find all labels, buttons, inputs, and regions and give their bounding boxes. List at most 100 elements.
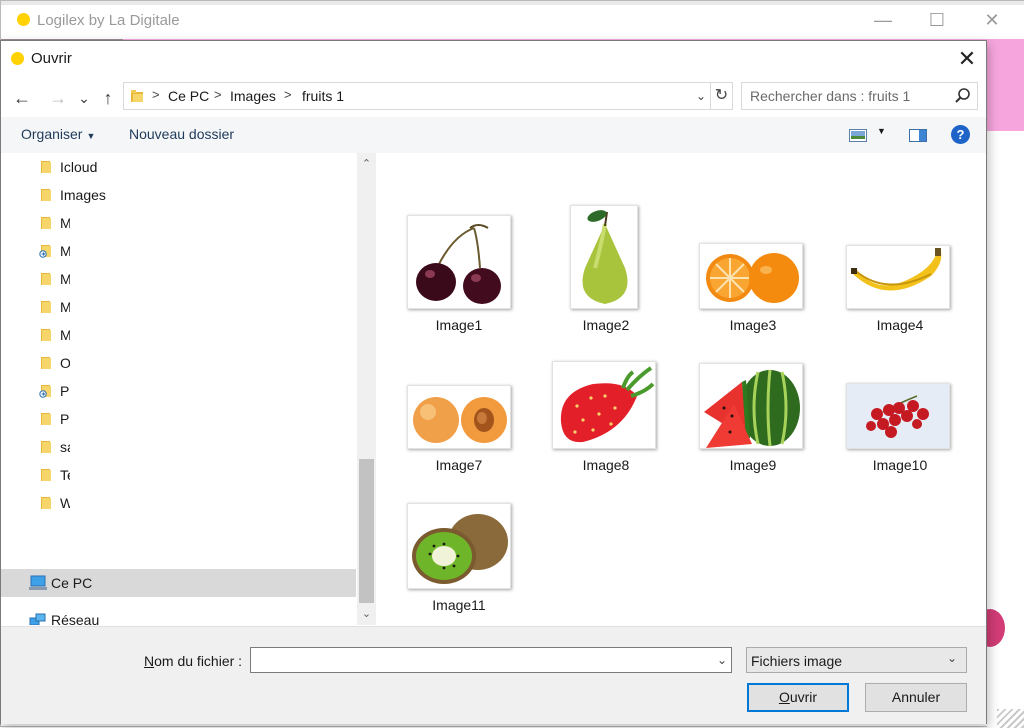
- file-name: Image3: [729, 317, 777, 333]
- file-list: Image1 Image2 Image3 Image4 Image7 Image…: [377, 153, 986, 625]
- breadcrumb-fruits[interactable]: fruits 1: [302, 88, 344, 104]
- scroll-down-arrow[interactable]: ⌄: [357, 605, 376, 623]
- folder-icon: [41, 273, 51, 285]
- nav-item[interactable]: Te: [1, 461, 356, 489]
- file-name: Image4: [876, 317, 924, 333]
- open-accesskey: O: [778, 689, 790, 705]
- apricots-thumbnail: [407, 385, 511, 449]
- address-bar[interactable]: > Ce PC > Images > fruits 1 ⌄ ↻: [123, 82, 733, 110]
- nav-item[interactable]: P:: [1, 377, 356, 405]
- organize-label: Organiser: [21, 126, 83, 142]
- file-name: Image2: [582, 317, 630, 333]
- breadcrumb-separator: >: [214, 87, 222, 102]
- nav-item[interactable]: M: [1, 293, 356, 321]
- nav-label: M: [60, 299, 70, 315]
- nav-label: Pi: [60, 411, 70, 427]
- nav-item[interactable]: M: [1, 321, 356, 349]
- redcurrants-thumbnail: [846, 383, 950, 449]
- filename-label-text: om du fichier :: [154, 653, 243, 669]
- file-name: Image9: [729, 457, 777, 473]
- open-label: uvrir: [789, 689, 818, 705]
- nav-item[interactable]: M: [1, 209, 356, 237]
- back-button[interactable]: ←: [9, 85, 35, 111]
- search-box: [741, 82, 978, 110]
- chevron-down-icon[interactable]: ⌄: [713, 650, 731, 670]
- nav-item[interactable]: W: [1, 489, 356, 517]
- breadcrumb-this-pc[interactable]: Ce PC: [168, 88, 209, 104]
- cancel-button[interactable]: Annuler: [865, 683, 967, 712]
- folder-icon: [41, 329, 51, 341]
- breadcrumb-separator: >: [284, 87, 292, 102]
- nav-item[interactable]: M: [1, 237, 356, 265]
- chevron-down-icon[interactable]: ⌄: [692, 86, 710, 106]
- open-dialog: Ouvrir ✕ ← → ⌄ ↑ > Ce PC > Images > frui…: [0, 40, 987, 724]
- folder-icon: [41, 469, 51, 481]
- filetype-value: Fichiers image: [751, 653, 843, 669]
- kiwi-thumbnail: [407, 503, 511, 589]
- nav-label: P:: [60, 383, 70, 399]
- folder-icon: [41, 357, 51, 369]
- navigation-pane: IcloudImagesMMMMMOP:PisaTeW Ce PC Réseau…: [1, 153, 377, 625]
- file-name: Image11: [432, 597, 486, 613]
- filename-label-accesskey: N: [144, 653, 155, 669]
- help-icon[interactable]: ?: [951, 125, 970, 144]
- nav-item[interactable]: sa: [1, 433, 356, 461]
- maximize-button[interactable]: ☐: [919, 7, 955, 33]
- watermelon-thumbnail: [699, 363, 803, 449]
- resize-grip[interactable]: [997, 709, 1024, 728]
- strawberry-thumbnail: [552, 361, 656, 449]
- filename-field[interactable]: [251, 648, 711, 672]
- filename-label: Nom du fichier :: [144, 653, 242, 669]
- forward-button[interactable]: →: [45, 85, 71, 111]
- nav-item[interactable]: O: [1, 349, 356, 377]
- breadcrumb-separator: >: [152, 87, 160, 102]
- nav-item[interactable]: Pi: [1, 405, 356, 433]
- search-icon[interactable]: [954, 87, 972, 105]
- scrollbar-thumb[interactable]: [359, 459, 374, 603]
- filename-combobox: ⌄: [250, 647, 732, 673]
- scroll-up-arrow[interactable]: ⌃: [357, 155, 376, 173]
- recent-locations-button[interactable]: ⌄: [71, 85, 97, 111]
- dialog-app-icon: [11, 52, 24, 65]
- computer-icon: [29, 575, 47, 590]
- nav-item-this-pc[interactable]: Ce PC: [1, 569, 356, 597]
- pear-thumbnail: [570, 205, 638, 309]
- nav-label: sa: [60, 439, 70, 455]
- nav-label: M: [60, 215, 70, 231]
- nav-label: Réseau: [51, 612, 100, 625]
- linked-folder-icon: [39, 245, 51, 258]
- preview-pane-icon[interactable]: [909, 129, 927, 142]
- folder-icon: [41, 413, 51, 425]
- nav-scrollbar[interactable]: ⌃ ⌄: [357, 153, 376, 625]
- view-dropdown-icon[interactable]: ▼: [877, 126, 886, 136]
- minimize-button[interactable]: —: [865, 7, 901, 33]
- nav-item[interactable]: Images: [1, 181, 356, 209]
- folder-icon: [41, 161, 51, 173]
- nav-label: M: [60, 327, 70, 343]
- linked-folder-icon: [39, 385, 51, 398]
- view-options-icon[interactable]: [849, 129, 867, 142]
- dialog-title: Ouvrir: [31, 50, 72, 67]
- new-folder-button[interactable]: Nouveau dossier: [129, 126, 234, 142]
- file-name: Image1: [435, 317, 483, 333]
- search-input[interactable]: [742, 83, 952, 109]
- app-close-button[interactable]: ✕: [974, 7, 1010, 33]
- folder-icon: [41, 497, 51, 509]
- nav-item-network[interactable]: Réseau: [1, 606, 356, 625]
- organize-menu[interactable]: Organiser ▼: [21, 126, 95, 142]
- folder-icon: [41, 189, 51, 201]
- banana-thumbnail: [846, 245, 950, 309]
- open-button[interactable]: Ouvrir: [747, 683, 849, 712]
- up-button[interactable]: ↑: [95, 85, 121, 111]
- nav-label: Icloud: [60, 159, 98, 175]
- nav-item[interactable]: Icloud: [1, 153, 356, 181]
- breadcrumb-images[interactable]: Images: [230, 88, 276, 104]
- file-name: Image7: [435, 457, 483, 473]
- caret-down-icon: ▼: [86, 131, 96, 141]
- nav-label: W: [60, 495, 70, 511]
- dialog-close-button[interactable]: ✕: [947, 43, 987, 75]
- filetype-select[interactable]: Fichiers image ⌄: [746, 647, 967, 673]
- dialog-titlebar: Ouvrir ✕: [1, 41, 986, 77]
- refresh-button[interactable]: ↻: [710, 83, 732, 109]
- nav-item[interactable]: M: [1, 265, 356, 293]
